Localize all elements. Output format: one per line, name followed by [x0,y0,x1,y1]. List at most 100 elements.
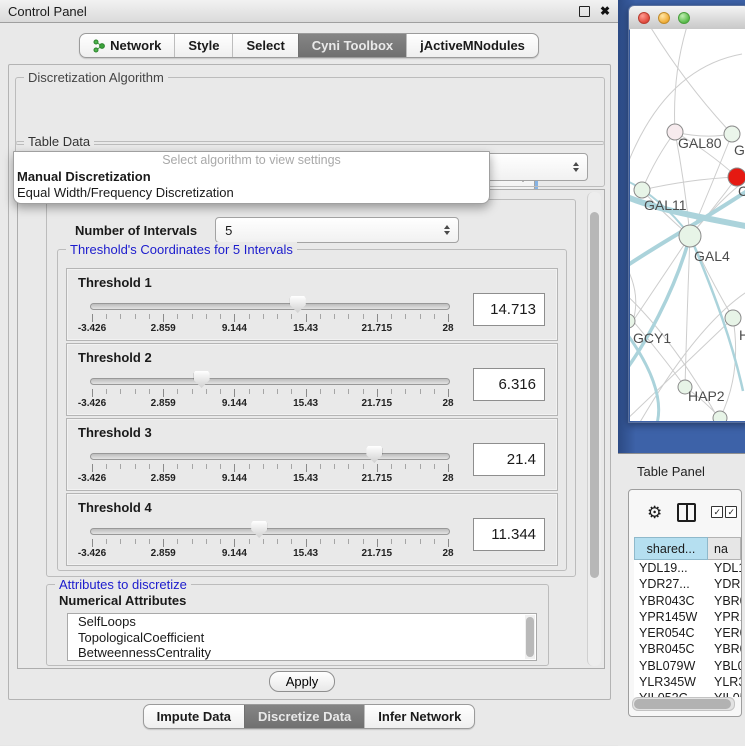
tick-mark [306,539,307,547]
table-row[interactable]: YPR145WYPR14 [634,609,741,625]
select-columns-icon[interactable]: ✓✓ [711,506,737,518]
tick-mark [249,464,250,469]
zoom-window-icon[interactable] [678,12,690,24]
table-data-group-title: Table Data [24,134,94,149]
tick-mark [363,539,364,544]
tick-mark [391,314,392,319]
slider-thumb[interactable] [366,446,382,463]
threshold-slider[interactable]: -3.4262.8599.14415.4321.71528 [90,368,450,412]
column-header[interactable]: shared... [634,537,708,560]
attribute-item[interactable]: TopologicalCoefficient [68,630,536,646]
attributes-group-title: Attributes to discretize [55,577,191,592]
gear-icon[interactable]: ⚙ [647,504,662,521]
float-window-icon[interactable] [579,6,590,17]
attribute-item[interactable]: BetweennessCentrality [68,645,536,661]
num-intervals-combobox[interactable]: 5 [215,217,459,243]
dropdown-option[interactable]: Equal Width/Frequency Discretization [14,185,489,201]
slider-ticks [92,464,448,473]
slider-thumb[interactable] [290,296,306,313]
dropdown-options: Manual DiscretizationEqual Width/Frequen… [14,169,489,201]
tab-style[interactable]: Style [174,34,232,57]
table-row[interactable]: YIL052CYIL05 [634,690,741,697]
cyni-toolbox-pane: Discretization Algorithm Select algorith… [8,64,611,700]
table-row[interactable]: YBL079WYBL07 [634,658,741,674]
threshold-label: Threshold 2 [67,344,557,365]
settings-scrollbar[interactable] [587,192,601,666]
network-node[interactable] [713,411,727,421]
slider-scale-labels: -3.4262.8599.14415.4321.71528 [92,473,448,485]
slider-track[interactable] [90,453,450,460]
table-row[interactable]: YDR27...YDR27 [634,576,741,592]
tick-mark [306,464,307,472]
threshold-panel: Threshold 4-3.4262.8599.14415.4321.71528… [66,493,558,566]
scale-label: 28 [442,323,453,334]
network-canvas[interactable]: GAL80GAL8CGAL11GAL4GCY1HHAP2 [630,29,745,421]
tick-mark [391,539,392,544]
tab-discretize-data[interactable]: Discretize Data [244,705,364,728]
tab-jactivemnodules[interactable]: jActiveMNodules [406,34,538,57]
dropdown-placeholder[interactable]: Select algorithm to view settings [14,152,489,169]
table-cell: YDL19 [708,560,741,576]
tick-mark [135,389,136,394]
column-header[interactable]: na [708,537,741,560]
num-intervals-value: 5 [216,223,436,238]
scale-label: 2.859 [151,323,176,334]
tick-mark [263,314,264,319]
table-cell: YER05 [708,625,741,641]
tick-mark [234,389,235,397]
table-cell: YDR27 [708,576,741,592]
scale-label: 21.715 [362,473,393,484]
tick-mark [135,314,136,319]
tick-mark [106,314,107,319]
close-window-icon[interactable] [638,12,650,24]
tick-mark [348,389,349,394]
threshold-value-field[interactable]: 6.316 [473,368,545,401]
slider-track[interactable] [90,378,450,385]
tick-mark [277,539,278,544]
table-horizontal-scrollbar[interactable] [632,697,735,711]
threshold-value-field[interactable]: 21.4 [473,443,545,476]
scale-label: 15.43 [293,398,318,409]
tick-mark [291,539,292,544]
table-row[interactable]: YBR045CYBR04 [634,641,741,657]
threshold-value-field[interactable]: 14.713 [473,293,545,326]
slider-track[interactable] [90,528,450,535]
slider-ticks [92,314,448,323]
minimize-window-icon[interactable] [658,12,670,24]
tick-mark [206,539,207,544]
scale-label: 9.144 [222,473,247,484]
apply-button[interactable]: Apply [269,671,335,692]
network-node[interactable] [725,310,741,326]
attributes-scrollbar[interactable] [525,615,535,659]
slider-thumb[interactable] [251,521,267,538]
tab-infer-network[interactable]: Infer Network [364,705,474,728]
tab-select[interactable]: Select [232,34,297,57]
tick-mark [405,314,406,319]
table-row[interactable]: YER054CYER05 [634,625,741,641]
threshold-value-field[interactable]: 11.344 [473,518,545,551]
attribute-item[interactable]: SelfLoops [68,614,536,630]
threshold-slider[interactable]: -3.4262.8599.14415.4321.71528 [90,293,450,337]
network-node[interactable] [634,182,650,198]
network-icon [93,39,105,53]
dropdown-option[interactable]: Manual Discretization [14,169,489,185]
table-row[interactable]: YLR345WYLR34 [634,674,741,690]
threshold-slider[interactable]: -3.4262.8599.14415.4321.71528 [90,443,450,487]
tick-mark [135,464,136,469]
slider-track[interactable] [90,303,450,310]
table-row[interactable]: YDL19...YDL19 [634,560,741,576]
slider-thumb[interactable] [194,371,210,388]
threshold-slider[interactable]: -3.4262.8599.14415.4321.71528 [90,518,450,562]
tab-cyni-toolbox[interactable]: Cyni Toolbox [298,34,406,57]
tick-mark [220,314,221,319]
close-icon[interactable]: ✖ [600,4,610,18]
num-intervals-label: Number of Intervals [75,223,197,238]
tab-network[interactable]: Network [80,34,174,57]
network-node[interactable] [724,126,740,142]
split-columns-icon[interactable] [677,503,696,522]
tab-impute-data[interactable]: Impute Data [144,705,244,728]
scale-label: 9.144 [222,398,247,409]
network-node[interactable] [679,225,701,247]
tick-mark [334,389,335,394]
table-row[interactable]: YBR043CYBR04 [634,593,741,609]
